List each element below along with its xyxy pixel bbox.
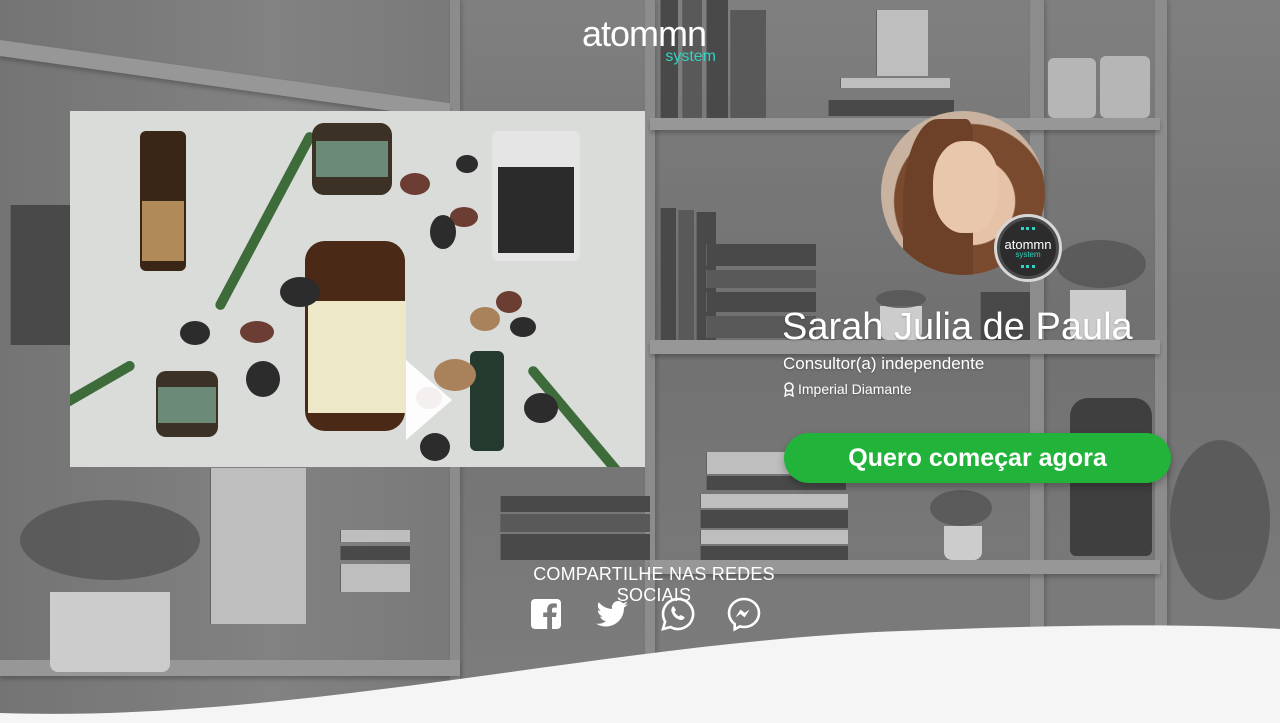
bottom-wave: [0, 625, 1280, 723]
logo-subtitle: system: [665, 48, 716, 65]
badge-text: atommn: [1004, 236, 1052, 252]
consultant-role: Consultor(a) independente: [783, 354, 985, 373]
award-icon: [784, 381, 794, 397]
consultant-rank: Imperial Diamante: [783, 381, 912, 397]
play-icon[interactable]: [406, 360, 452, 440]
brand-badge: atommn system: [994, 214, 1062, 282]
rank-label: Imperial Diamante: [798, 381, 912, 397]
badge-subtitle: system: [1015, 249, 1041, 259]
start-now-button[interactable]: Quero começar agora: [784, 433, 1171, 483]
intro-video[interactable]: [70, 111, 645, 467]
consultant-name: Sarah Julia de Paula: [782, 306, 1133, 348]
brand-logo[interactable]: atommn system: [582, 14, 722, 70]
